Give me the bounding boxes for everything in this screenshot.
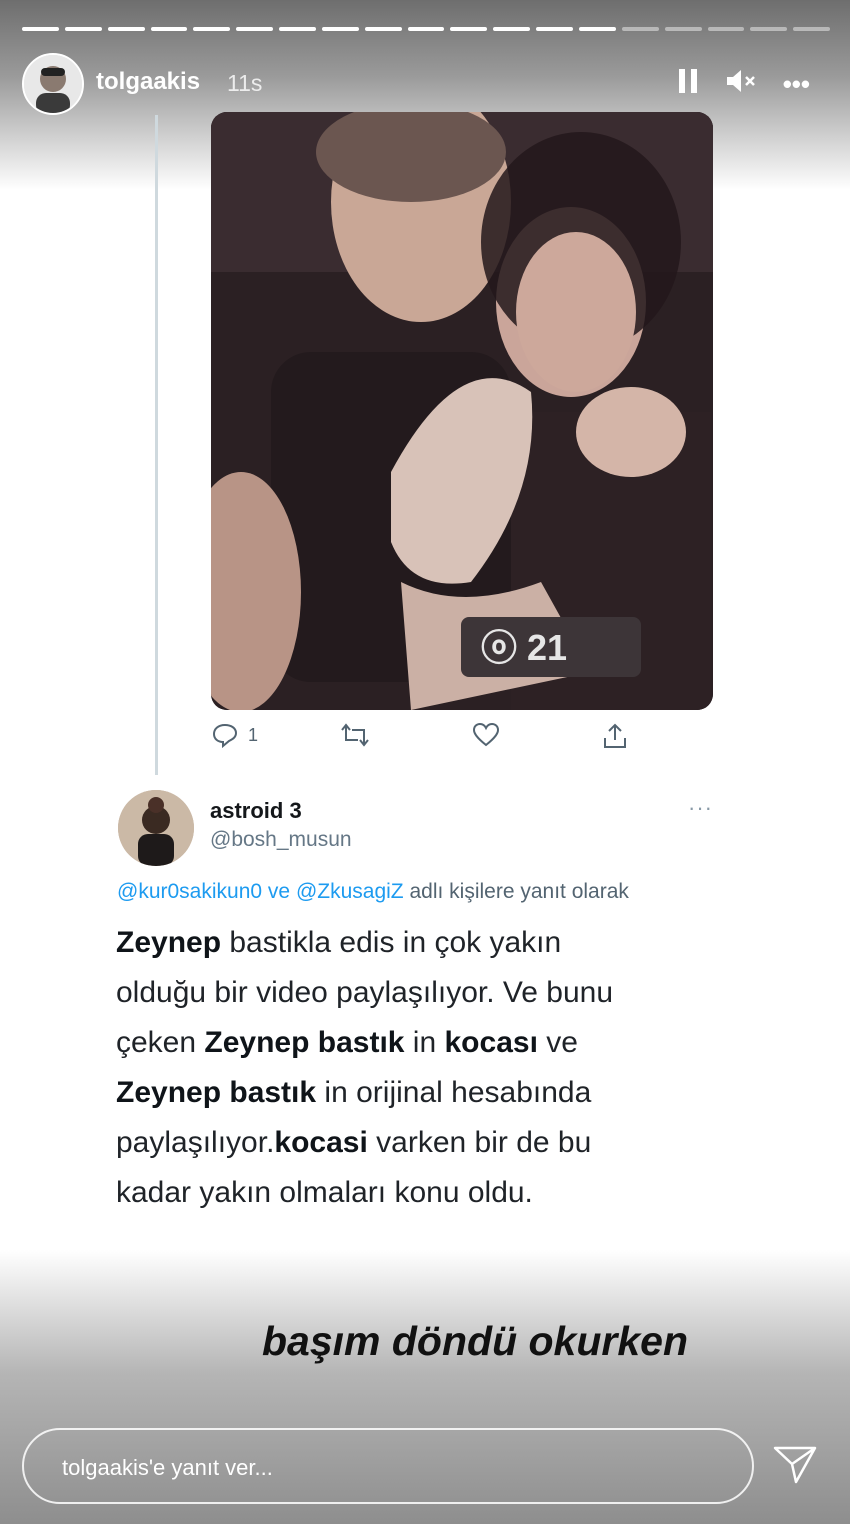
text-run: ve [537, 1026, 578, 1059]
progress-segment [150, 27, 188, 31]
replying-to-suffix: adlı kişilere yanıt olarak [409, 880, 629, 903]
tweet-action-bar: 1 [212, 722, 642, 754]
story-reply-input[interactable]: tolgaakis'e yanıt ver... [22, 1428, 754, 1504]
progress-segment [236, 27, 274, 31]
mention-link[interactable]: @ZkusagiZ [296, 880, 404, 903]
mention-joiner: ve [267, 880, 291, 903]
progress-segment [64, 27, 102, 31]
comment-icon [212, 723, 238, 748]
progress-segment [321, 27, 359, 31]
text-run: paylaşılıyor. [116, 1126, 275, 1159]
speaker-muted-icon[interactable] [725, 67, 757, 102]
tweet-more-icon[interactable]: ··· [688, 795, 713, 821]
replying-to-line: @kur0sakikun0 ve @ZkusagiZ adlı kişilere… [117, 880, 629, 904]
retweet-icon [341, 723, 369, 747]
reply-avatar[interactable] [118, 790, 194, 866]
text-bold: Zeynep bastık [204, 1026, 405, 1059]
story-progress-bar [22, 27, 831, 31]
reply-count: 1 [248, 724, 259, 745]
text-bold: Zeynep bastık [116, 1076, 317, 1109]
text-bold: Zeynep [116, 926, 222, 959]
progress-segment [750, 27, 788, 31]
reply-placeholder: tolgaakis'e yanıt ver... [62, 1455, 273, 1480]
text-bold: kocasi [274, 1126, 368, 1159]
progress-segment [536, 27, 573, 31]
text-run: varken bir de bu [367, 1126, 592, 1159]
text-run: çeken [116, 1026, 205, 1059]
story-username[interactable]: tolgaakis [96, 68, 200, 96]
more-options-icon[interactable]: ••• [783, 69, 810, 100]
heart-icon [472, 722, 500, 747]
progress-segment [407, 27, 445, 31]
progress-segment [578, 27, 616, 31]
send-icon[interactable] [772, 1444, 818, 1486]
progress-segment [450, 27, 488, 31]
avatar[interactable] [22, 53, 84, 115]
progress-segment [493, 27, 531, 31]
reply-action[interactable]: 1 [212, 722, 258, 748]
progress-segment [664, 27, 702, 31]
progress-segment [621, 27, 659, 31]
svg-text:ⓞ 21: ⓞ 21 [481, 627, 567, 668]
progress-segment [364, 27, 402, 31]
story-caption: başım döndü okurken [262, 1318, 688, 1364]
progress-segment [707, 27, 745, 31]
text-run: kadar yakın olmaları konu oldu. [116, 1176, 533, 1209]
pause-icon[interactable] [677, 67, 699, 102]
progress-segment [279, 27, 316, 31]
progress-segment [193, 27, 231, 31]
reply-author-handle[interactable]: @bosh_musun [210, 828, 352, 852]
text-bold: kocası [444, 1026, 538, 1059]
story-timestamp: 11s [227, 70, 263, 96]
like-action[interactable] [472, 722, 500, 748]
progress-segment [107, 27, 145, 31]
thread-connector-line [155, 115, 158, 775]
reply-tweet-text: Zeynep bastikla edis in çok yakın olduğu… [116, 918, 716, 1218]
mention-link[interactable]: @kur0sakikun0 [117, 880, 262, 903]
reply-author-name[interactable]: astroid 3 [210, 798, 302, 824]
text-run: in orijinal hesabında [316, 1076, 592, 1109]
text-run: in [404, 1026, 445, 1059]
progress-segment [793, 27, 831, 31]
share-icon [604, 723, 626, 748]
share-action[interactable] [602, 722, 628, 750]
story-header: tolgaakis 11s ••• [22, 53, 830, 115]
text-run: bastikla edis in çok yakın [221, 926, 562, 959]
text-run: olduğu bir video paylaşılıyor. Ve bunu [116, 976, 614, 1009]
tweet-photo: ⓞ 21 [211, 112, 713, 710]
progress-segment [22, 27, 59, 31]
retweet-action[interactable] [340, 722, 370, 748]
